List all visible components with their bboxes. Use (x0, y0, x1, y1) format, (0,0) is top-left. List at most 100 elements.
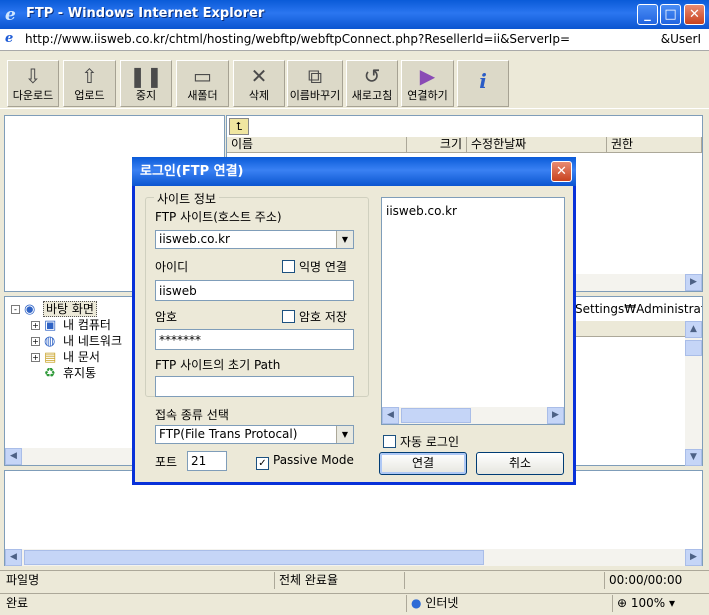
refresh-icon: ↺ (363, 64, 381, 88)
zoom-dropdown-icon[interactable]: ▾ (669, 596, 675, 610)
delete-icon: ✕ (250, 64, 268, 88)
cancel-button[interactable]: 취소 (476, 452, 564, 475)
page-icon: e (5, 31, 14, 46)
connect-label: 연결하기 (407, 89, 448, 102)
stop-button[interactable]: ❚❚ 중지 (120, 60, 172, 107)
site-value: iisweb.co.kr (159, 232, 230, 246)
zoom-icon: ⊕ (617, 596, 628, 610)
connection-type-select[interactable]: FTP(File Trans Protocal) ▼ (155, 425, 354, 444)
scroll-right-button[interactable]: ▶ (685, 549, 702, 566)
scroll-thumb[interactable] (401, 408, 471, 423)
checkmark-icon: ✓ (256, 457, 269, 470)
download-button[interactable]: ⇩ 다운로드 (7, 60, 59, 107)
column-permission[interactable]: 권한 (607, 137, 702, 153)
dialog-close-button[interactable]: ✕ (551, 161, 572, 182)
column-modified[interactable]: 수정한날짜 (467, 137, 607, 153)
auto-login-checkbox[interactable]: 자동 로그인 (383, 433, 459, 450)
scroll-down-button[interactable]: ▼ (685, 449, 702, 466)
computer-icon: ▣ (44, 318, 57, 333)
status-done: 완료 (6, 596, 29, 610)
local-path: Settings₩Administrato (575, 302, 702, 316)
tree-item-recycle-bin[interactable]: ♻ 휴지통 (44, 364, 96, 381)
id-input[interactable] (155, 280, 354, 301)
passive-mode-checkbox[interactable]: ✓ Passive Mode (256, 453, 354, 470)
rename-button[interactable]: ⧉ 이름바꾸기 (287, 60, 343, 107)
upload-label: 업로드 (74, 89, 105, 102)
scroll-up-button[interactable]: ▲ (685, 321, 702, 338)
tree-item-my-documents[interactable]: + ▤ 내 문서 (31, 348, 100, 365)
scroll-thumb[interactable] (24, 550, 484, 565)
refresh-button[interactable]: ↺ 새로고침 (346, 60, 398, 107)
security-zone: ● 인터넷 (406, 595, 606, 612)
save-password-label: 암호 저장 (299, 310, 347, 324)
tree-label-my-documents: 내 문서 (63, 350, 100, 364)
new-folder-label: 새폴더 (187, 89, 218, 102)
minimize-button[interactable]: _ (637, 4, 658, 25)
expand-icon[interactable]: + (31, 321, 40, 330)
file-list-header: 이름 크기 수정한날짜 권한 (227, 137, 702, 153)
tree-item-my-computer[interactable]: + ▣ 내 컴퓨터 (31, 316, 111, 333)
connection-type-value: FTP(File Trans Protocal) (159, 427, 298, 441)
scroll-left-button[interactable]: ◀ (5, 549, 22, 566)
column-size[interactable]: 크기 (407, 137, 467, 153)
local-list-header (567, 321, 702, 337)
login-dialog: 로그인(FTP 연결) ✕ 사이트 정보 FTP 사이트(호스트 주소) iis… (132, 157, 576, 485)
transfer-status-bar: 파일명 전체 완료율 00:00/00:00 (0, 570, 709, 590)
maximize-button[interactable]: □ (660, 4, 681, 25)
local-vertical-scrollbar[interactable]: ▲ ▼ (685, 321, 702, 466)
ftp-toolbar: ⇩ 다운로드 ⇧ 업로드 ❚❚ 중지 ▭ 새폴더 ✕ 삭제 ⧉ 이름바꾸기 ↺ … (0, 51, 709, 109)
dialog-title: 로그인(FTP 연결) (140, 164, 244, 179)
network-icon: ◍ (44, 334, 56, 349)
site-list[interactable]: iisweb.co.kr ◀ ▶ (381, 197, 565, 425)
port-input[interactable] (187, 451, 227, 471)
info-icon: i (479, 69, 487, 93)
new-folder-button[interactable]: ▭ 새폴더 (176, 60, 229, 107)
column-name[interactable]: 이름 (227, 137, 407, 153)
scroll-left-button[interactable]: ◀ (382, 407, 399, 424)
new-folder-icon: ▭ (193, 64, 212, 88)
close-button[interactable]: ✕ (684, 4, 705, 25)
globe-icon: ● (411, 596, 422, 610)
address-url[interactable]: http://www.iisweb.co.kr/chtml/hosting/we… (25, 32, 570, 46)
chevron-down-icon[interactable]: ▼ (336, 231, 353, 248)
address-bar[interactable]: e http://www.iisweb.co.kr/chtml/hosting/… (0, 29, 709, 51)
filename-label: 파일명 (6, 573, 40, 587)
folder-up-icon[interactable]: ⮤ (229, 118, 249, 135)
scroll-right-button[interactable]: ▶ (547, 407, 564, 424)
tree-item-desktop[interactable]: - ◉ 바탕 화면 (11, 300, 97, 317)
password-label: 암호 (155, 310, 178, 324)
connection-type-label: 접속 종류 선택 (155, 408, 229, 422)
refresh-label: 새로고침 (351, 89, 393, 102)
expand-icon[interactable]: + (31, 353, 40, 362)
delete-label: 삭제 (248, 89, 270, 102)
zoom-control[interactable]: ⊕ 100% ▾ (612, 595, 707, 612)
browser-status-bar: 완료 ● 인터넷 ⊕ 100% ▾ (0, 593, 709, 615)
ie-logo-icon: e (5, 5, 16, 25)
zone-label: 인터넷 (425, 596, 459, 610)
transfer-horizontal-scrollbar[interactable]: ◀ ▶ (5, 549, 702, 566)
site-combobox[interactable]: iisweb.co.kr ▼ (155, 230, 354, 249)
passive-mode-label: Passive Mode (273, 453, 354, 467)
address-url-tail[interactable]: &UserI (661, 32, 701, 46)
upload-button[interactable]: ⇧ 업로드 (63, 60, 116, 107)
save-password-checkbox[interactable]: 암호 저장 (282, 308, 347, 325)
password-input[interactable] (155, 329, 354, 350)
collapse-icon[interactable]: - (11, 305, 20, 314)
port-label: 포트 (155, 455, 178, 469)
connect-button[interactable]: 연결 (379, 452, 467, 475)
connect-toolbar-button[interactable]: ▶ 연결하기 (401, 60, 454, 107)
delete-button[interactable]: ✕ 삭제 (233, 60, 285, 107)
info-button[interactable]: i (457, 60, 509, 107)
scroll-right-button[interactable]: ▶ (685, 274, 702, 291)
scroll-left-button[interactable]: ◀ (5, 448, 22, 465)
initial-path-input[interactable] (155, 376, 354, 397)
scroll-thumb[interactable] (685, 340, 702, 356)
anonymous-checkbox[interactable]: 익명 연결 (282, 258, 347, 275)
tree-item-network[interactable]: + ◍ 내 네트워크 (31, 332, 122, 349)
connect-icon: ▶ (419, 64, 436, 88)
chevron-down-icon[interactable]: ▼ (336, 426, 353, 443)
expand-icon[interactable]: + (31, 337, 40, 346)
site-list-item[interactable]: iisweb.co.kr (386, 204, 457, 218)
site-list-scrollbar[interactable]: ◀ ▶ (382, 407, 564, 424)
desktop-icon: ◉ (24, 302, 36, 317)
